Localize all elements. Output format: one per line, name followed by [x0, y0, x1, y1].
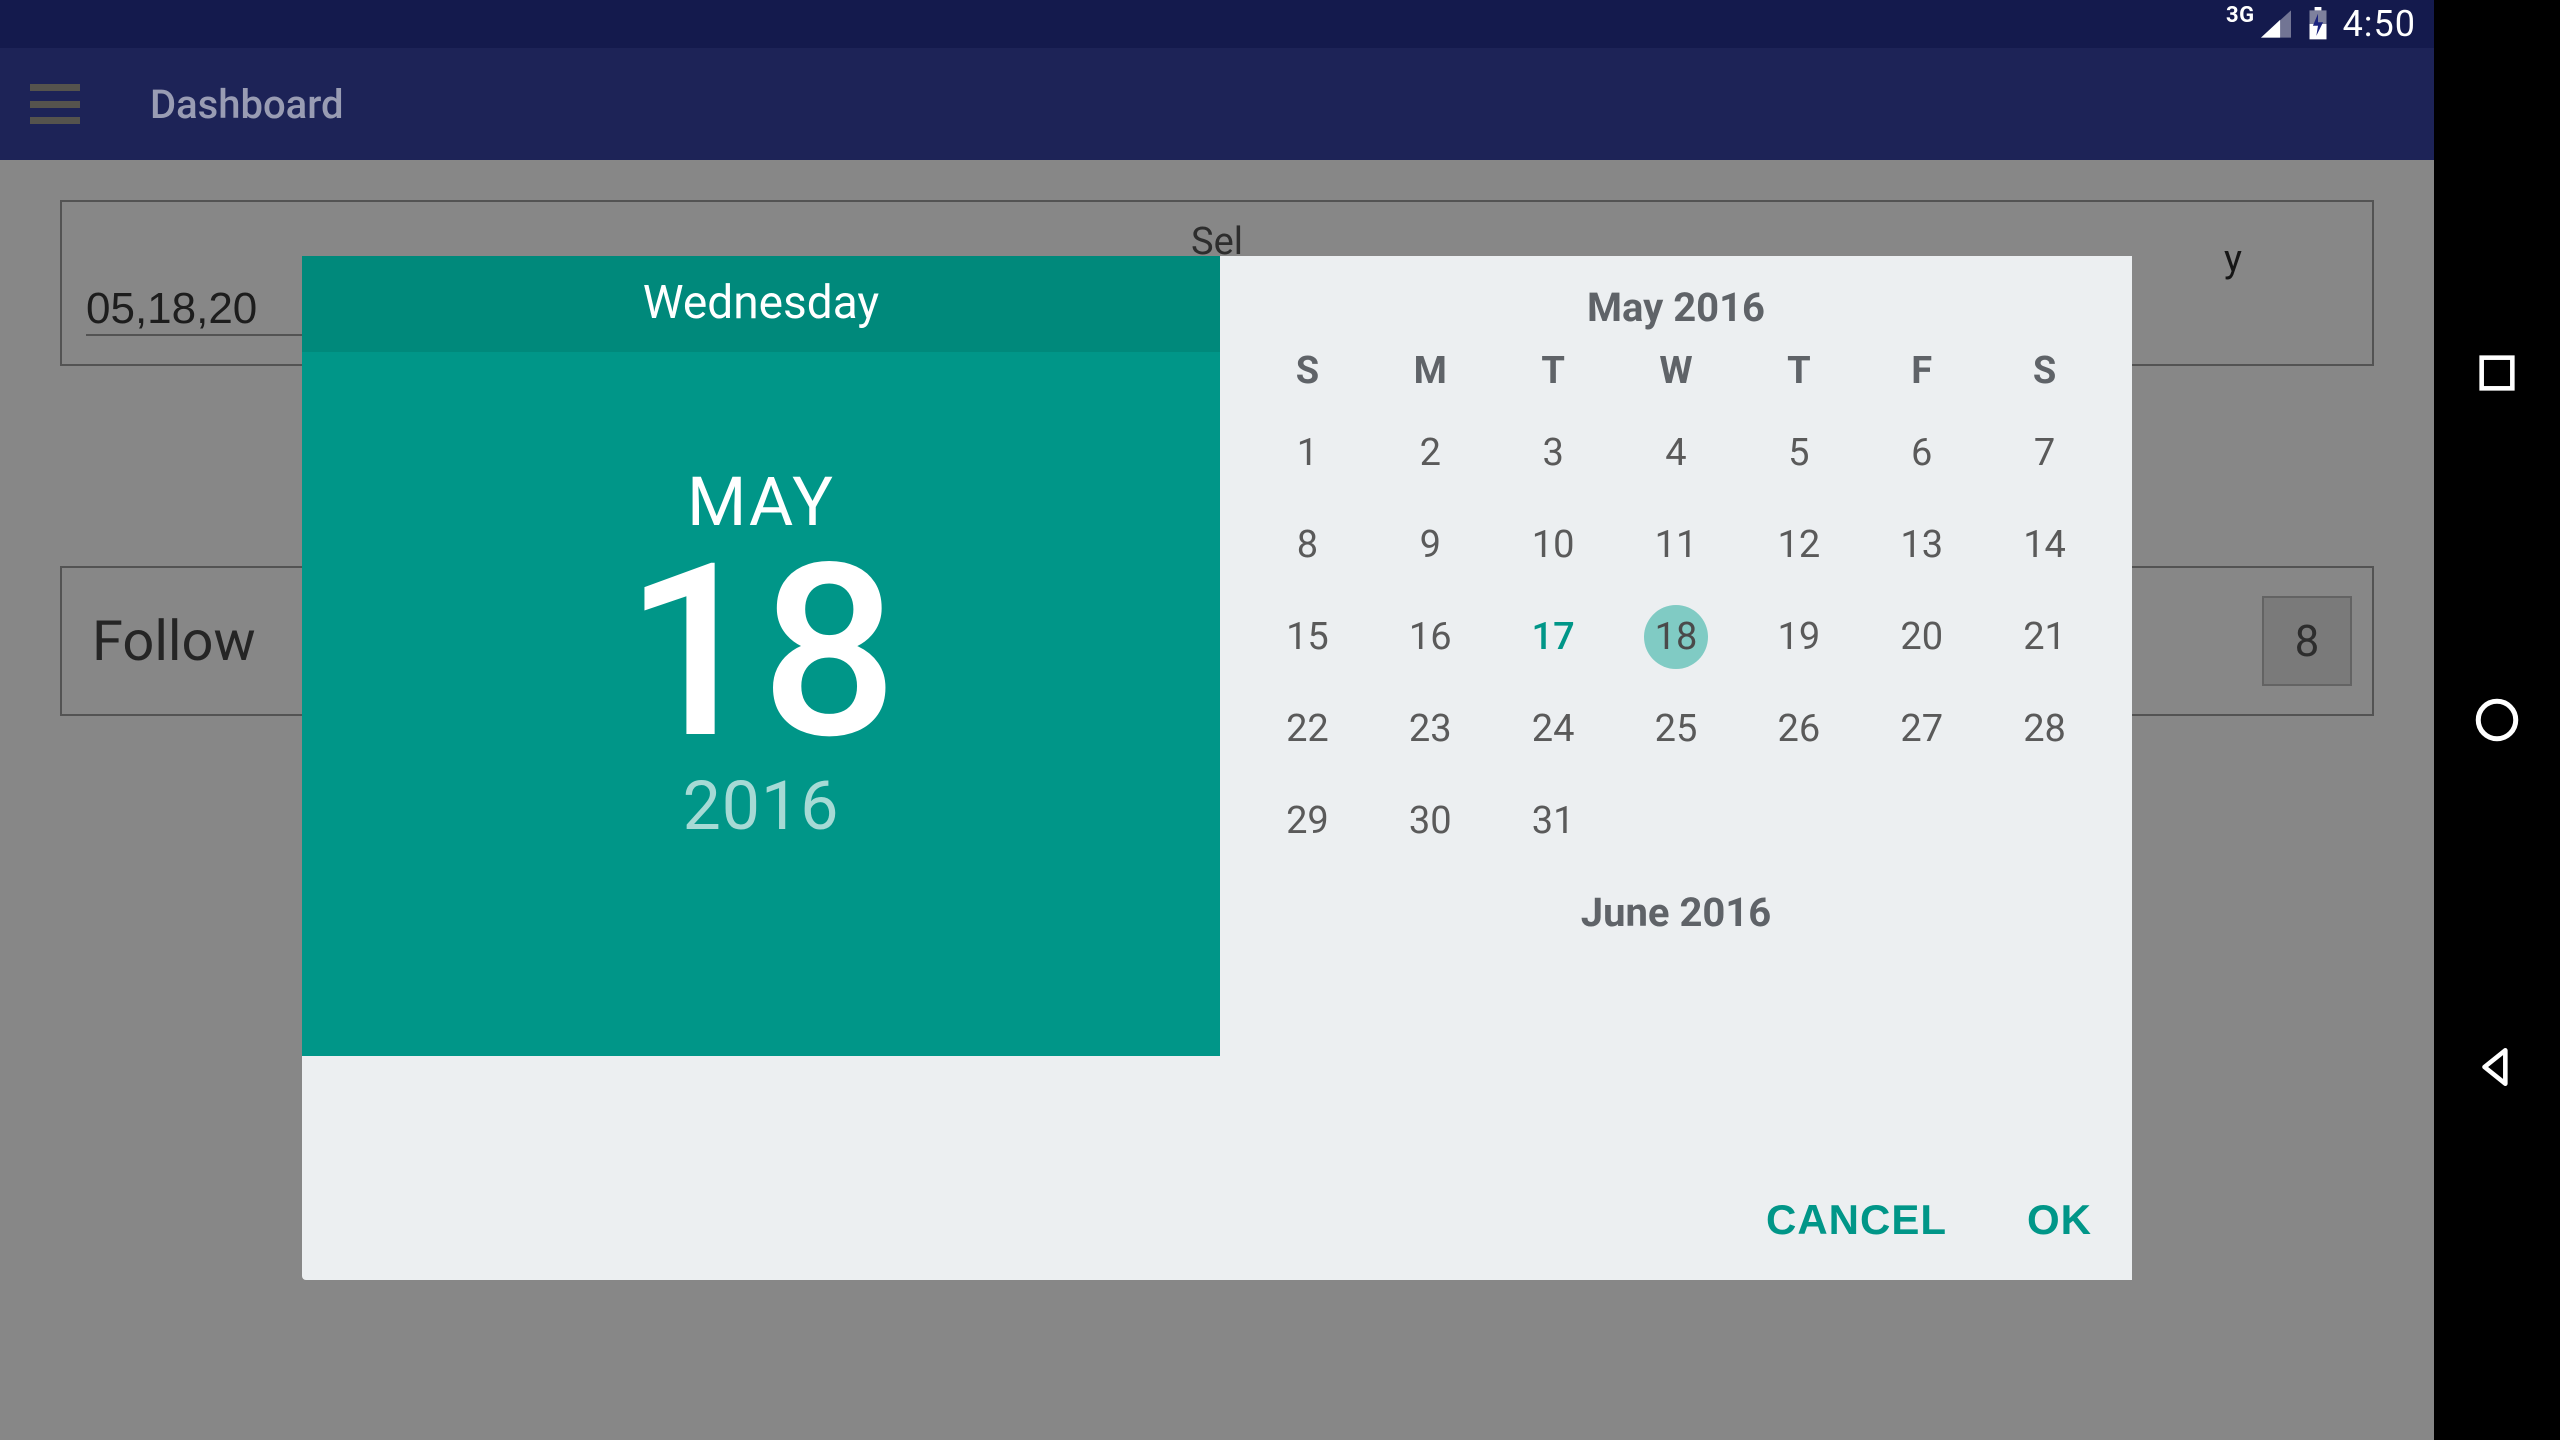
dialog-actions: CANCEL OK	[1766, 1196, 2092, 1244]
calendar-dow: F	[1860, 349, 1983, 393]
date-picker-header: Wednesday MAY 18 2016	[302, 256, 1220, 1056]
calendar-day[interactable]: 12	[1767, 513, 1831, 577]
date-picker-dialog: Wednesday MAY 18 2016 May 2016 SMTWTFS12…	[302, 256, 2132, 1280]
calendar-day[interactable]: 8	[1275, 513, 1339, 577]
calendar-day[interactable]: 27	[1890, 697, 1954, 761]
calendar-day[interactable]: 19	[1767, 605, 1831, 669]
calendar-next-month-title: June 2016	[1246, 889, 2106, 936]
calendar-day[interactable]: 31	[1521, 789, 1585, 853]
page-title: Dashboard	[150, 81, 344, 128]
calendar-dow: T	[1492, 349, 1615, 393]
calendar-day[interactable]: 5	[1767, 421, 1831, 485]
calendar-day[interactable]: 4	[1644, 421, 1708, 485]
calendar-day[interactable]: 14	[2013, 513, 2077, 577]
calendar-day[interactable]: 1	[1275, 421, 1339, 485]
calendar-day[interactable]: 20	[1890, 605, 1954, 669]
calendar-month-title: May 2016	[1246, 284, 2106, 331]
calendar-day[interactable]: 29	[1275, 789, 1339, 853]
calendar-panel: May 2016 SMTWTFS123456789101112131415161…	[1220, 256, 2132, 1280]
calendar-day[interactable]: 24	[1521, 697, 1585, 761]
calendar-dow: M	[1369, 349, 1492, 393]
calendar-day[interactable]: 26	[1767, 697, 1831, 761]
calendar-dow: S	[1983, 349, 2106, 393]
calendar-day[interactable]: 30	[1398, 789, 1462, 853]
calendar-day[interactable]: 11	[1644, 513, 1708, 577]
calendar-day[interactable]: 3	[1521, 421, 1585, 485]
app-bar: Dashboard	[0, 48, 2434, 160]
calendar-day[interactable]: 18	[1644, 605, 1708, 669]
calendar-day[interactable]: 16	[1398, 605, 1462, 669]
back-button[interactable]	[2469, 1039, 2525, 1095]
ok-button[interactable]: OK	[2027, 1196, 2092, 1244]
calendar-day[interactable]: 7	[2013, 421, 2077, 485]
calendar-day[interactable]: 6	[1890, 421, 1954, 485]
home-button[interactable]	[2469, 692, 2525, 748]
signal-icon	[2259, 9, 2293, 39]
calendar-day[interactable]: 21	[2013, 605, 2077, 669]
system-nav-bar	[2434, 0, 2560, 1440]
calendar-dow: S	[1246, 349, 1369, 393]
calendar-day[interactable]: 2	[1398, 421, 1462, 485]
calendar-dow: T	[1737, 349, 1860, 393]
menu-icon[interactable]	[30, 84, 80, 124]
selected-weekday: Wednesday	[302, 256, 1220, 352]
calendar-day[interactable]: 17	[1521, 605, 1585, 669]
recent-apps-button[interactable]	[2469, 345, 2525, 401]
calendar-grid: SMTWTFS123456789101112131415161718192021…	[1246, 349, 2106, 853]
cancel-button[interactable]: CANCEL	[1766, 1196, 1947, 1244]
battery-charging-icon	[2307, 7, 2329, 41]
selected-day[interactable]: 18	[625, 532, 898, 772]
calendar-day[interactable]: 25	[1644, 697, 1708, 761]
status-clock: 4:50	[2343, 3, 2416, 45]
calendar-day[interactable]: 13	[1890, 513, 1954, 577]
selected-year[interactable]: 2016	[683, 766, 840, 846]
network-label: 3G	[2226, 3, 2255, 28]
calendar-day[interactable]: 22	[1275, 697, 1339, 761]
calendar-dow: W	[1615, 349, 1738, 393]
calendar-day[interactable]: 15	[1275, 605, 1339, 669]
calendar-day[interactable]: 28	[2013, 697, 2077, 761]
status-bar: 3G 4:50	[0, 0, 2434, 48]
calendar-day[interactable]: 10	[1521, 513, 1585, 577]
calendar-day[interactable]: 23	[1398, 697, 1462, 761]
calendar-day[interactable]: 9	[1398, 513, 1462, 577]
